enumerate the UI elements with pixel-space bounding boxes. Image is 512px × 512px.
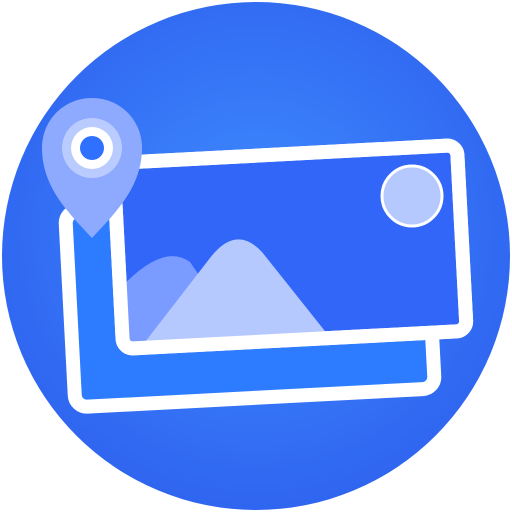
photo-location-app-icon: [0, 0, 512, 512]
photo-frame-front-icon: [106, 138, 474, 356]
app-icon-graphic: [2, 2, 510, 510]
sun-icon: [380, 164, 444, 228]
